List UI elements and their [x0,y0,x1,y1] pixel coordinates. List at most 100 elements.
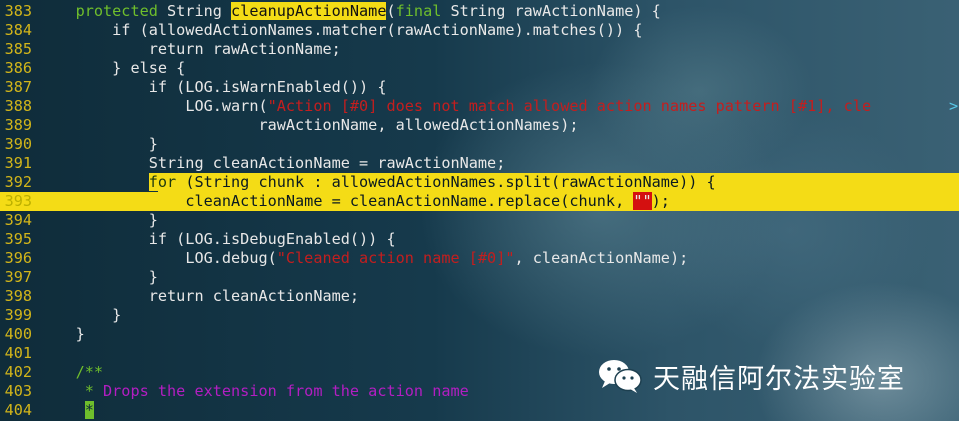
line-number: 398 [4,287,32,305]
line-code: String cleanActionName = rawActionName; [39,154,506,173]
line-highlight: for (String chunk : allowedActionNames.s… [148,173,716,191]
line-code: return cleanActionName; [39,287,359,306]
code-token: } [148,135,158,153]
code-token: "Cleaned action name [#0]" [276,249,515,267]
code-line[interactable]: 397 } [0,268,959,287]
code-line[interactable]: 385 return rawActionName; [0,40,959,59]
code-token: if (LOG.isWarnEnabled()) { [148,78,387,96]
line-code: } [39,211,158,230]
code-token: String rawActionName) { [441,2,661,20]
line-number: 395 [4,230,32,248]
code-token: if (allowedActionNames.matcher(rawAction… [112,21,643,39]
line-number: 401 [4,344,32,362]
code-line[interactable]: 392 for (String chunk : allowedActionNam… [0,173,959,192]
line-code: if (LOG.isDebugEnabled()) { [39,230,396,249]
line-number: 388 [4,97,32,115]
code-token: * [84,382,94,400]
wechat-icon [599,360,642,393]
code-token: LOG.debug( [185,249,277,267]
line-number: 385 [4,40,32,58]
line-code: cleanActionName = cleanActionName.replac… [39,192,670,211]
code-line[interactable]: 384 if (allowedActionNames.matcher(rawAc… [0,21,959,40]
line-number: 399 [4,306,32,324]
code-token: } [75,325,85,343]
line-number: 383 [4,2,32,20]
line-number: 394 [4,211,32,229]
code-token: , cleanActionName); [514,249,689,267]
code-line[interactable]: 387 if (LOG.isWarnEnabled()) { [0,78,959,97]
code-token: (String chunk : allowedActionNames.split… [176,173,716,191]
vim-editor[interactable]: 383 protected String cleanupActionName(f… [0,0,959,421]
code-line[interactable]: 398 return cleanActionName; [0,287,959,306]
code-line[interactable]: 383 protected String cleanupActionName(f… [0,2,959,21]
line-number: 403 [4,382,32,400]
code-token: if (LOG.isDebugEnabled()) { [148,230,396,248]
code-token: } else { [112,59,186,77]
line-code: } [39,135,158,154]
line-code: } [39,268,158,287]
code-token: return rawActionName; [148,40,341,58]
code-token: rawActionName, allowedActionNames); [258,116,579,134]
line-code: protected String cleanupActionName(final… [39,2,661,21]
line-number: 400 [4,325,32,343]
code-token: return cleanActionName; [148,287,360,305]
code-token: cleanupActionName [231,2,387,20]
code-token: /** [75,363,104,381]
code-token: } [148,211,158,229]
line-overflow-marker: > [949,97,959,115]
code-token: ( [386,2,396,20]
line-code: if (LOG.isWarnEnabled()) { [39,78,387,97]
code-token: "" [633,192,652,210]
line-code: LOG.debug("Cleaned action name [#0]", cl… [39,249,688,268]
line-number: 392 [4,173,32,191]
code-token: ); [651,192,670,210]
line-code: return rawActionName; [39,40,341,59]
code-token: cleanActionName = cleanActionName.replac… [185,192,634,210]
line-code: rawActionName, allowedActionNames); [39,116,578,135]
code-token: Drops the extension from the action name [93,382,469,400]
line-code: } [39,325,85,344]
watermark: 天融信阿尔法实验室 [597,356,905,396]
code-line[interactable]: 395 if (LOG.isDebugEnabled()) { [0,230,959,249]
watermark-text: 天融信阿尔法实验室 [653,363,905,395]
code-token: final [395,2,442,20]
code-token: protected [75,2,158,20]
code-line[interactable]: 396 LOG.debug("Cleaned action name [#0]"… [0,249,959,268]
line-number: 384 [4,21,32,39]
code-line[interactable]: 404 * [0,401,959,420]
line-code: * Drops the extension from the action na… [39,382,469,401]
code-line[interactable]: 389 rawActionName, allowedActionNames); [0,116,959,135]
line-number: 397 [4,268,32,286]
code-token: String [157,2,232,20]
code-line[interactable]: 390 } [0,135,959,154]
code-token: LOG.warn( [185,97,268,115]
line-number: 404 [4,401,32,419]
code-token: } [148,268,158,286]
line-code: * [39,401,94,420]
line-number: 387 [4,78,32,96]
line-code: } [39,306,121,325]
line-number: 391 [4,154,32,172]
line-code: /** [39,363,103,382]
line-code: if (allowedActionNames.matcher(rawAction… [39,21,643,40]
line-number: 386 [4,59,32,77]
code-line[interactable]: 399 } [0,306,959,325]
code-token: String cleanActionName = rawActionName; [148,154,506,172]
line-number: 389 [4,116,32,134]
code-line[interactable]: 393 cleanActionName = cleanActionName.re… [0,192,959,211]
code-token: } [112,306,122,324]
line-code: for (String chunk : allowedActionNames.s… [39,173,716,192]
code-line[interactable]: 391 String cleanActionName = rawActionNa… [0,154,959,173]
code-line[interactable]: 388 LOG.warn("Action [#0] does not match… [0,97,959,116]
line-number: 402 [4,363,32,381]
line-code: } else { [39,59,185,78]
code-token: for [148,173,177,191]
line-code: LOG.warn("Action [#0] does not match all… [39,97,871,116]
code-line[interactable]: 400 } [0,325,959,344]
line-number: 390 [4,135,32,153]
code-line[interactable]: 394 } [0,211,959,230]
code-line[interactable]: 386 } else { [0,59,959,78]
line-number: 396 [4,249,32,267]
code-token: "Action [#0] does not match allowed acti… [267,97,872,115]
code-token: * [84,401,94,419]
